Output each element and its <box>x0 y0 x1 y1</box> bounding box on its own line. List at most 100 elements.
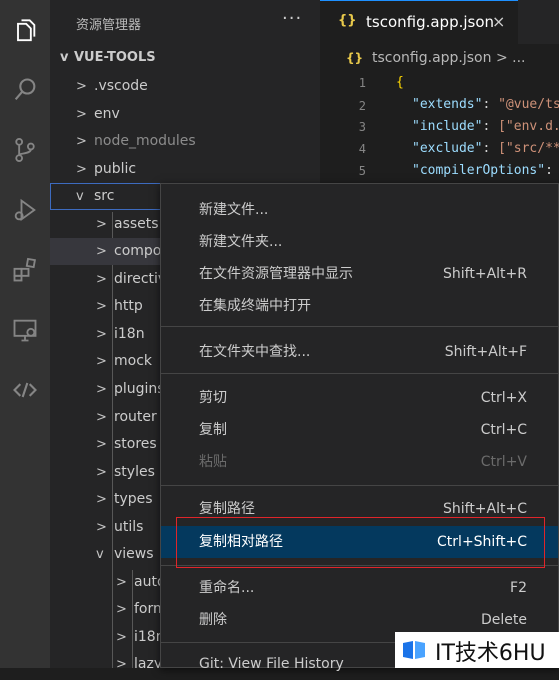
tree-item-label: plugins <box>114 381 165 397</box>
menu-shortcut: Ctrl+C <box>480 422 527 438</box>
extensions-icon[interactable] <box>0 246 50 294</box>
menu-new-file[interactable]: 新建文件... <box>161 194 558 226</box>
tree-item-label: styles <box>114 464 155 480</box>
menu-label: 新建文件... <box>199 202 269 218</box>
tree-item-label: router <box>114 409 157 425</box>
tree-item-public[interactable]: > public <box>50 156 320 183</box>
menu-separator <box>161 373 558 374</box>
menu-shortcut: Ctrl+X <box>480 390 527 406</box>
tree-item-label: types <box>114 491 153 507</box>
menu-new-folder[interactable]: 新建文件夹... <box>161 226 558 258</box>
menu-label: : <box>482 119 499 134</box>
activity-bar <box>0 0 50 668</box>
tab-label: tsconfig.app.json <box>366 13 495 31</box>
tree-item-label: .vscode <box>94 78 148 94</box>
chevron-right-icon: > <box>76 162 87 177</box>
json-file-icon: {} <box>346 51 364 65</box>
chevron-right-icon: > <box>96 410 107 425</box>
tree-item-label: src <box>94 188 115 204</box>
tree-item-label: assets <box>114 216 159 232</box>
menu-label: "extends" <box>412 97 483 112</box>
menu-label: 复制 <box>199 422 227 438</box>
chevron-right-icon: > <box>96 465 107 480</box>
breadcrumb-path[interactable]: tsconfig.app.json > ... <box>372 50 525 66</box>
explorer-icon[interactable] <box>0 8 50 56</box>
tree-item-label: utils <box>114 519 144 535</box>
chevron-right-icon: > <box>76 79 87 94</box>
tree-item-label: mock <box>114 353 153 369</box>
chevron-right-icon: > <box>96 354 107 369</box>
source-control-icon[interactable] <box>0 126 50 174</box>
line-number: 3 <box>358 120 366 134</box>
line-number: 5 <box>358 164 366 178</box>
sidebar-title: 资源管理器 <box>76 18 142 33</box>
menu-find-in-folder[interactable]: 在文件夹中查找... Shift+Alt+F <box>161 336 558 368</box>
menu-label: : <box>482 141 499 156</box>
tree-item-label: http <box>114 298 143 314</box>
project-name: VUE-TOOLS <box>74 50 156 65</box>
editor-tab-bar: {} tsconfig.app.json × <box>320 0 559 44</box>
chevron-right-icon: > <box>96 382 107 397</box>
tree-item-vscode[interactable]: > .vscode <box>50 73 320 100</box>
chevron-right-icon: > <box>96 299 107 314</box>
chevron-right-icon: > <box>116 657 127 668</box>
code-line: "include": ["env.d.t <box>412 119 559 134</box>
tree-item-label: i18n <box>114 326 145 342</box>
chevron-down-icon: v <box>76 189 84 204</box>
tree-item-node-modules[interactable]: > node_modules <box>50 128 320 155</box>
project-header[interactable]: v VUE-TOOLS <box>60 50 156 65</box>
menu-rename[interactable]: 重命名... F2 <box>161 572 558 604</box>
search-icon[interactable] <box>0 66 50 114</box>
chevron-right-icon: > <box>116 602 127 617</box>
tree-item-label: node_modules <box>94 133 196 149</box>
code-line: "exclude": ["src/**/ <box>412 141 559 156</box>
chevron-right-icon: > <box>76 134 87 149</box>
menu-copy[interactable]: 复制 Ctrl+C <box>161 414 558 446</box>
menu-reveal-in-explorer[interactable]: 在文件资源管理器中显示 Shift+Alt+R <box>161 258 558 290</box>
tab-tsconfig-app-json[interactable]: {} tsconfig.app.json × <box>320 0 518 44</box>
menu-label: ["src/**/ <box>498 141 559 156</box>
chevron-right-icon: > <box>96 492 107 507</box>
menu-separator <box>161 485 558 486</box>
highlight-annotation-box <box>176 517 545 568</box>
chevron-right-icon: > <box>76 107 87 122</box>
menu-label: 重命名... <box>199 580 255 596</box>
close-icon[interactable]: × <box>492 12 505 31</box>
menu-shortcut: Shift+Alt+F <box>444 344 527 360</box>
run-debug-icon[interactable] <box>0 186 50 234</box>
menu-label: 剪切 <box>199 390 227 406</box>
menu-shortcut: F2 <box>510 580 527 596</box>
code-line: { <box>396 75 404 90</box>
remote-explorer-icon[interactable] <box>0 306 50 354</box>
tree-item-label: stores <box>114 436 157 452</box>
menu-label: 在文件夹中查找... <box>199 344 311 360</box>
code-line: "extends": "@vue/tsc <box>412 97 559 112</box>
chevron-right-icon: > <box>96 244 107 259</box>
menu-cut[interactable]: 剪切 Ctrl+X <box>161 382 558 414</box>
menu-label: "exclude" <box>412 141 483 156</box>
watermark-text: IT技术6HU <box>435 641 546 666</box>
menu-label: 删除 <box>199 612 227 628</box>
tree-item-label: env <box>94 106 120 122</box>
menu-separator <box>161 326 558 327</box>
line-number: 1 <box>358 76 366 90</box>
menu-shortcut: Ctrl+V <box>480 454 527 470</box>
chevron-right-icon: > <box>96 217 107 232</box>
live-share-icon[interactable] <box>0 366 50 414</box>
chevron-right-icon: > <box>96 520 107 535</box>
menu-label: "@vue/tsc <box>498 97 559 112</box>
menu-label: : <box>482 97 499 112</box>
menu-open-in-terminal[interactable]: 在集成终端中打开 <box>161 290 558 322</box>
tree-item-env[interactable]: > env <box>50 101 320 128</box>
tree-item-label: views <box>114 546 154 562</box>
more-actions-icon[interactable]: ··· <box>282 8 302 29</box>
chevron-right-icon: > <box>116 630 127 645</box>
chevron-down-icon: v <box>96 547 104 562</box>
line-number: 4 <box>358 142 366 156</box>
menu-label: "include" <box>412 119 483 134</box>
menu-label: 在文件资源管理器中显示 <box>199 266 353 282</box>
watermark: IT技术6HU <box>395 632 559 668</box>
chevron-right-icon: > <box>96 327 107 342</box>
menu-label: "compilerOptions" <box>412 163 546 178</box>
context-menu: 新建文件... 新建文件夹... 在文件资源管理器中显示 Shift+Alt+R … <box>160 183 559 672</box>
